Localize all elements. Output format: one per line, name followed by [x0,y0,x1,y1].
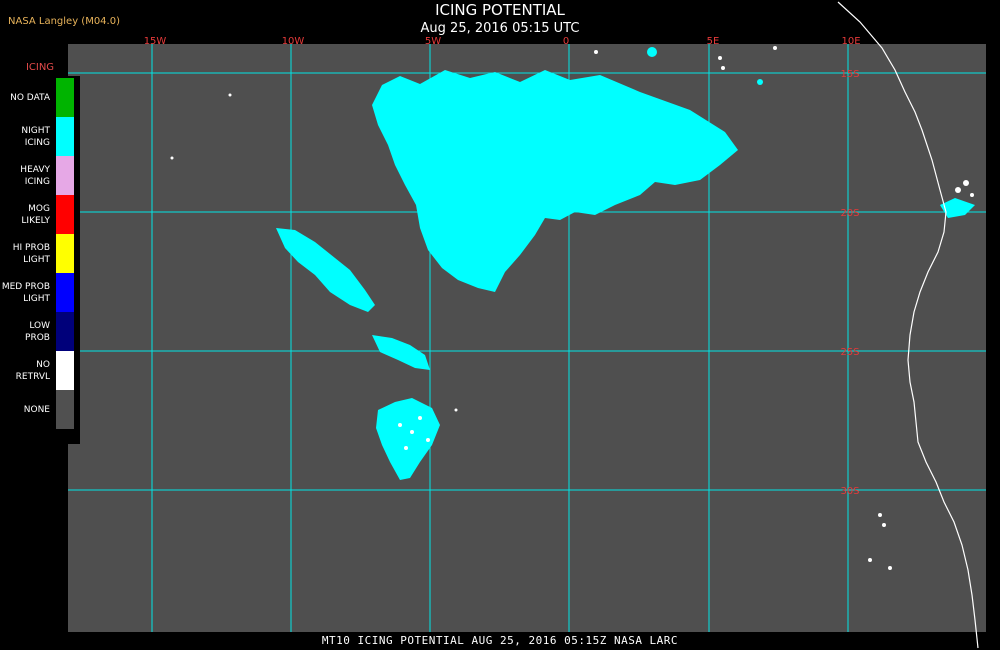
legend-swatch [56,234,74,273]
icing-speck [757,79,763,85]
legend-item: LOW PROB [0,312,76,351]
lon-label: 15W [144,36,167,47]
lon-label: 10W [282,36,305,47]
legend-item: NONE [0,390,76,429]
icing-speck [647,47,657,57]
legend-swatch [56,156,74,195]
legend-item: HI PROB LIGHT [0,234,76,273]
lon-label: 5E [707,36,720,47]
legend-swatch [56,117,74,156]
legend-item: HEAVY ICING [0,156,76,195]
icing-map: 15W 10W 5W 0 5E 10E 15S 20S 25S 30S [0,1,986,649]
legend-item: NIGHT ICING [0,117,76,156]
legend-swatch [56,195,74,234]
lon-label: 5W [425,36,441,47]
legend-item-label: LOW PROB [25,320,50,343]
legend-item: MED PROB LIGHT [0,273,76,312]
legend-item-label: NONE [23,404,50,415]
lon-label: 10E [841,36,860,47]
legend-item-label: NIGHT ICING [21,125,50,148]
legend-item: NO RETRVL [0,351,76,390]
legend-swatch [56,312,74,351]
lat-label: 20S [840,208,859,219]
legend-swatch [56,273,74,312]
legend-item-label: NO RETRVL [15,359,50,382]
legend-item: NO DATA [0,78,76,117]
lat-label: 15S [840,69,859,80]
legend-item-label: MED PROB LIGHT [1,281,50,304]
legend-title: ICING [25,62,55,73]
legend-swatch [56,351,74,390]
legend-item-label: MOG LIKELY [21,203,50,226]
lon-label: 0 [563,36,569,47]
legend-item-label: HEAVY ICING [20,164,50,187]
legend-item-label: HI PROB LIGHT [12,242,50,265]
legend-swatch [56,390,74,429]
legend-item-label: NO DATA [10,92,50,103]
legend-item: MOG LIKELY [0,195,76,234]
lat-label: 25S [840,347,859,358]
bottom-caption: MT10 ICING POTENTIAL AUG 25, 2016 05:15Z… [321,634,679,647]
lat-label: 30S [840,486,859,497]
legend-swatch [56,78,74,117]
